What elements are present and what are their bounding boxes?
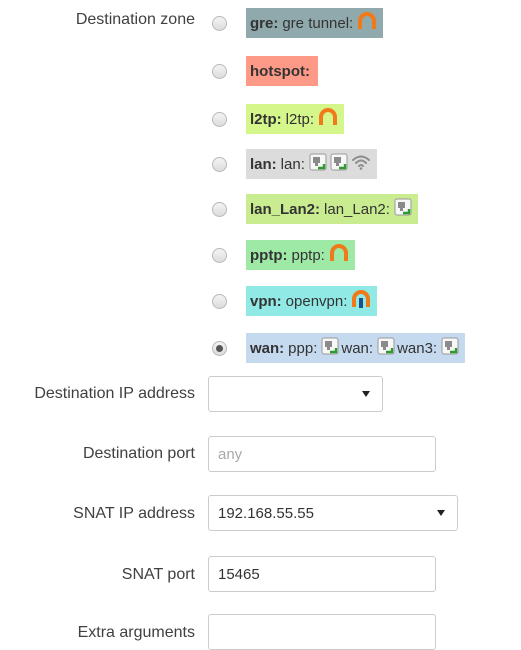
zone-badge: hotspot: — [246, 56, 318, 86]
zone-name: l2tp: — [250, 110, 282, 128]
extra-arguments-input[interactable] — [208, 614, 436, 650]
destination-ip-select[interactable] — [208, 376, 383, 412]
chevron-down-icon — [437, 510, 445, 516]
destination-ip-label: Destination IP address — [34, 385, 195, 402]
zone-radio[interactable] — [212, 111, 227, 127]
chevron-down-icon — [362, 391, 370, 397]
zone-badge: lan_Lan2: lan_Lan2: — [246, 194, 418, 224]
zone-device-label: gre tunnel: — [282, 14, 354, 32]
zone-device-label: l2tp: — [285, 110, 315, 128]
zone-option[interactable]: vpn: openvpn: — [212, 286, 378, 316]
snat-ip-select[interactable]: 192.168.55.55 — [208, 495, 458, 531]
zone-radio[interactable] — [212, 15, 227, 31]
wifi-icon — [351, 154, 371, 174]
zone-name: wan: — [250, 339, 285, 357]
snat-port-value: 15465 — [218, 565, 260, 583]
extra-arguments-label: Extra arguments — [77, 624, 195, 641]
snat-port-label: SNAT port — [121, 566, 195, 583]
zone-option[interactable]: lan_Lan2: lan_Lan2: — [212, 194, 418, 224]
zone-option[interactable]: pptp: pptp: — [212, 240, 355, 270]
ethernet-icon — [309, 153, 327, 175]
zone-option[interactable]: lan: lan: — [212, 149, 377, 179]
ethernet-icon — [377, 337, 395, 359]
zone-badge: gre: gre tunnel: — [246, 8, 384, 38]
zone-badge: lan: lan: — [246, 149, 377, 179]
destination-port-input[interactable]: any — [208, 436, 436, 472]
zone-radio[interactable] — [212, 340, 227, 356]
destination-port-placeholder: any — [218, 445, 243, 463]
ethernet-icon — [394, 198, 412, 220]
ethernet-icon — [321, 337, 339, 359]
ethernet-icon — [441, 337, 459, 359]
ethernet-icon — [330, 153, 348, 175]
snat-ip-value: 192.168.55.55 — [218, 504, 314, 522]
zone-radio[interactable] — [212, 293, 227, 309]
zone-name: vpn: — [250, 292, 282, 310]
tunnel-icon — [318, 108, 338, 130]
vpn-tunnel-icon — [351, 290, 371, 312]
zone-device-label: openvpn: — [285, 292, 348, 310]
zone-name: pptp: — [250, 246, 288, 264]
tunnel-icon — [329, 244, 349, 266]
zone-name: lan_Lan2: — [250, 200, 321, 218]
zone-device-label: pptp: — [291, 246, 325, 264]
zone-device-label: lan_Lan2: — [324, 200, 390, 218]
zone-option[interactable]: l2tp: l2tp: — [212, 104, 345, 134]
zone-badge: wan: ppp: wan: wan3: — [246, 333, 466, 363]
zone-badge: l2tp: l2tp: — [246, 104, 345, 134]
zone-name: hotspot: — [250, 62, 310, 80]
zone-device-label: lan: — [280, 155, 305, 173]
zone-radio[interactable] — [212, 63, 227, 79]
destination-port-label: Destination port — [82, 445, 195, 462]
tunnel-icon — [357, 12, 377, 34]
destination-zone-label: Destination zone — [75, 11, 195, 28]
zone-device-label: ppp: — [288, 339, 318, 357]
zone-radio[interactable] — [212, 156, 227, 172]
snat-port-input[interactable]: 15465 — [208, 556, 436, 592]
zone-radio[interactable] — [212, 247, 227, 263]
zone-option[interactable]: hotspot: — [212, 56, 318, 86]
zone-name: gre: — [250, 14, 279, 32]
zone-option[interactable]: gre: gre tunnel: — [212, 8, 384, 38]
snat-ip-label: SNAT IP address — [73, 505, 195, 522]
zone-option[interactable]: wan: ppp: wan: wan3: — [212, 333, 466, 363]
zone-badge: pptp: pptp: — [246, 240, 355, 270]
zone-device-label: wan: — [341, 339, 374, 357]
zone-device-label: wan3: — [397, 339, 438, 357]
zone-radio[interactable] — [212, 201, 227, 217]
zone-badge: vpn: openvpn: — [246, 286, 378, 316]
zone-name: lan: — [250, 155, 277, 173]
